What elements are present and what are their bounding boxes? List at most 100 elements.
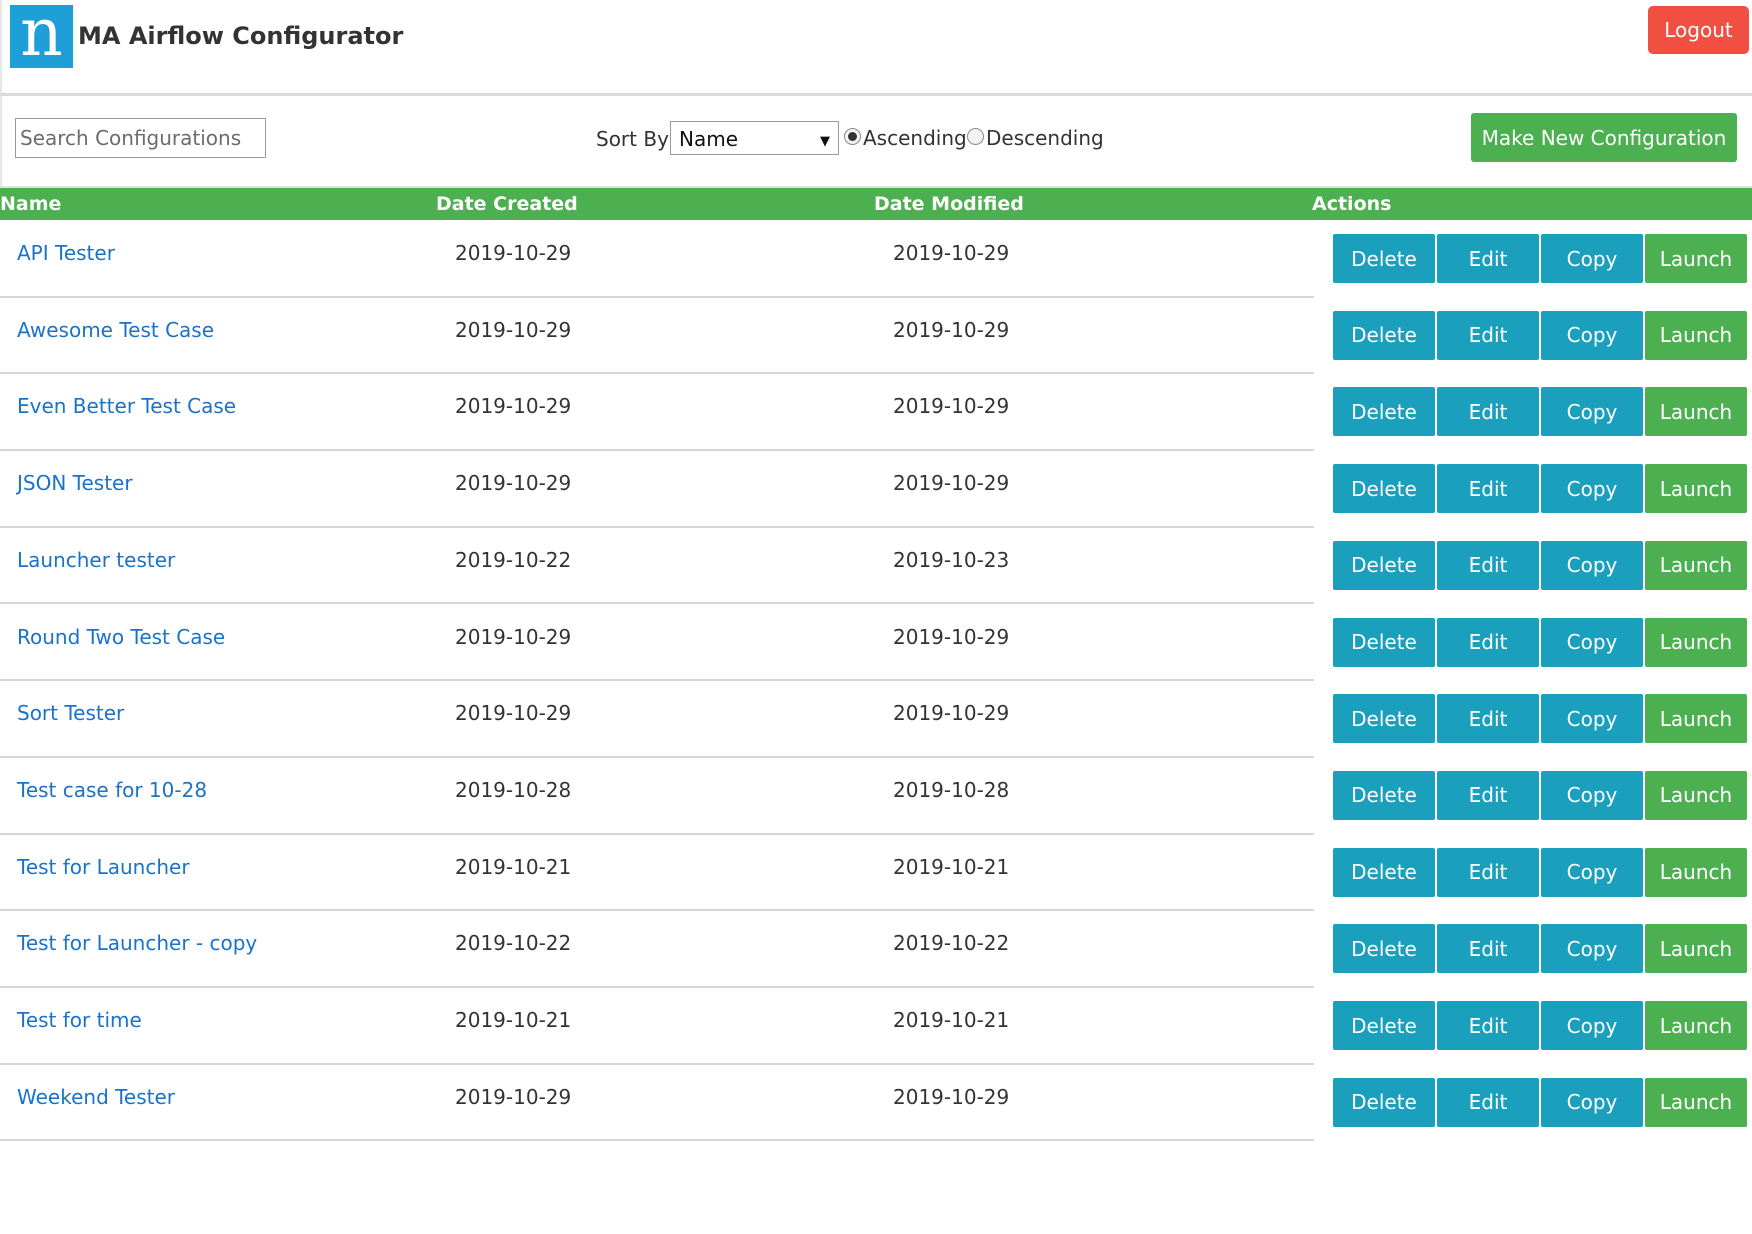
configuration-name-link[interactable]: Test for Launcher - copy [17, 931, 257, 955]
configuration-name-link[interactable]: Weekend Tester [17, 1085, 175, 1109]
configuration-name-link[interactable]: Sort Tester [17, 701, 124, 725]
toolbar: Sort By Name ▼ Ascending Descending Make… [0, 96, 1752, 188]
date-modified-cell: 2019-10-22 [893, 931, 1010, 956]
copy-button[interactable]: Copy [1541, 387, 1643, 437]
app-title: MA Airflow Configurator [78, 22, 404, 50]
sort-by-label: Sort By [596, 127, 669, 151]
date-created-cell: 2019-10-29 [455, 317, 572, 342]
configuration-name-link[interactable]: Round Two Test Case [17, 625, 225, 649]
launch-button[interactable]: Launch [1645, 770, 1747, 820]
copy-button[interactable]: Copy [1541, 540, 1643, 590]
edit-button[interactable]: Edit [1437, 1001, 1539, 1050]
ascending-radio[interactable] [844, 128, 861, 145]
column-header-date-created: Date Created [436, 193, 578, 215]
date-modified-cell: 2019-10-21 [893, 1008, 1010, 1032]
table-row: Awesome Test Case 2019-10-29 2019-10-29 Del… [0, 298, 1752, 375]
launch-button[interactable]: Launch [1645, 1001, 1747, 1050]
edit-button[interactable]: Edit [1437, 924, 1539, 974]
copy-button[interactable]: Copy [1541, 234, 1643, 283]
edit-button[interactable]: Edit [1437, 464, 1539, 514]
table-row: Test for Launcher 2019-10-21 2019-10-21 Del… [0, 835, 1752, 912]
edit-button[interactable]: Edit [1437, 770, 1539, 820]
edit-button[interactable]: Edit [1437, 617, 1539, 667]
copy-button[interactable]: Copy [1541, 617, 1643, 667]
delete-button[interactable]: Delete [1333, 847, 1435, 897]
copy-button[interactable]: Copy [1541, 310, 1643, 360]
edit-button[interactable]: Edit [1437, 540, 1539, 590]
table-row: Launcher tester 2019-10-22 2019-10-23 Delet… [0, 528, 1752, 605]
search-input[interactable] [15, 118, 266, 158]
copy-button[interactable]: Copy [1541, 464, 1643, 514]
copy-button[interactable]: Copy [1541, 847, 1643, 897]
copy-button[interactable]: Copy [1541, 924, 1643, 974]
date-created-cell: 2019-10-29 [455, 624, 572, 649]
make-new-configuration-button[interactable]: Make New Configuration [1471, 113, 1737, 162]
launch-button[interactable]: Launch [1645, 387, 1747, 437]
delete-button[interactable]: Delete [1333, 1077, 1435, 1127]
edit-button[interactable]: Edit [1437, 310, 1539, 360]
delete-button[interactable]: Delete [1333, 1001, 1435, 1050]
column-header-date-modified: Date Modified [874, 193, 1024, 215]
date-created-cell: 2019-10-22 [455, 931, 572, 956]
date-modified-cell: 2019-10-29 [893, 701, 1010, 726]
copy-button[interactable]: Copy [1541, 1077, 1643, 1127]
descending-label: Descending [986, 126, 1104, 150]
table-header: Name Date Created Date Modified Actions [0, 188, 1752, 220]
launch-button[interactable]: Launch [1645, 464, 1747, 514]
launch-button[interactable]: Launch [1645, 234, 1747, 283]
chevron-down-icon: ▼ [820, 134, 830, 149]
date-modified-cell: 2019-10-29 [893, 317, 1010, 342]
table-row: Test for Launcher - copy 2019-10-22 2019-1… [0, 911, 1752, 988]
delete-button[interactable]: Delete [1333, 387, 1435, 437]
delete-button[interactable]: Delete [1333, 617, 1435, 667]
copy-button[interactable]: Copy [1541, 770, 1643, 820]
configuration-name-link[interactable]: Test for Launcher [17, 855, 190, 879]
edit-button[interactable]: Edit [1437, 234, 1539, 283]
edit-button[interactable]: Edit [1437, 387, 1539, 437]
configuration-name-link[interactable]: Test for time [17, 1008, 142, 1032]
table-row: API Tester 2019-10-29 2019-10-29 Delete Edit… [0, 221, 1752, 298]
sort-by-select[interactable]: Name ▼ [670, 121, 839, 155]
configuration-name-link[interactable]: Test case for 10-28 [17, 778, 207, 802]
edit-button[interactable]: Edit [1437, 847, 1539, 897]
table-row: Test for time 2019-10-21 2019-10-21 Delete E… [0, 988, 1752, 1065]
delete-button[interactable]: Delete [1333, 310, 1435, 360]
table-row: Test case for 10-28 2019-10-28 2019-10-28 D… [0, 758, 1752, 835]
launch-button[interactable]: Launch [1645, 310, 1747, 360]
date-modified-cell: 2019-10-29 [893, 471, 1010, 496]
configuration-name-link[interactable]: Even Better Test Case [17, 394, 236, 418]
edit-button[interactable]: Edit [1437, 1077, 1539, 1127]
launch-button[interactable]: Launch [1645, 1077, 1747, 1127]
launch-button[interactable]: Launch [1645, 924, 1747, 974]
launch-button[interactable]: Launch [1645, 617, 1747, 667]
table-row: Even Better Test Case 2019-10-29 2019-10-2… [0, 374, 1752, 452]
table-row: Weekend Tester 2019-10-29 2019-10-29 Delete… [0, 1065, 1752, 1142]
delete-button[interactable]: Delete [1333, 464, 1435, 514]
date-created-cell: 2019-10-28 [455, 777, 572, 802]
app-logo: n [10, 5, 73, 68]
configuration-name-link[interactable]: API Tester [17, 241, 115, 265]
launch-button[interactable]: Launch [1645, 540, 1747, 590]
configuration-name-link[interactable]: Launcher tester [17, 548, 175, 572]
date-created-cell: 2019-10-29 [455, 241, 572, 265]
edit-button[interactable]: Edit [1437, 694, 1539, 744]
delete-button[interactable]: Delete [1333, 770, 1435, 820]
delete-button[interactable]: Delete [1333, 234, 1435, 283]
launch-button[interactable]: Launch [1645, 694, 1747, 744]
date-modified-cell: 2019-10-29 [893, 1084, 1010, 1109]
delete-button[interactable]: Delete [1333, 540, 1435, 590]
copy-button[interactable]: Copy [1541, 1001, 1643, 1050]
delete-button[interactable]: Delete [1333, 924, 1435, 974]
date-modified-cell: 2019-10-21 [893, 854, 1010, 879]
app-header: n MA Airflow Configurator Logout [0, 0, 1752, 96]
copy-button[interactable]: Copy [1541, 694, 1643, 744]
descending-radio[interactable] [967, 128, 984, 145]
logout-button[interactable]: Logout [1648, 6, 1749, 54]
configuration-name-link[interactable]: JSON Tester [17, 471, 133, 495]
delete-button[interactable]: Delete [1333, 694, 1435, 744]
table-row: JSON Tester 2019-10-29 2019-10-29 Delete Edi… [0, 451, 1752, 528]
launch-button[interactable]: Launch [1645, 847, 1747, 897]
configuration-name-link[interactable]: Awesome Test Case [17, 318, 214, 342]
date-created-cell: 2019-10-29 [455, 701, 572, 726]
date-modified-cell: 2019-10-28 [893, 777, 1010, 802]
